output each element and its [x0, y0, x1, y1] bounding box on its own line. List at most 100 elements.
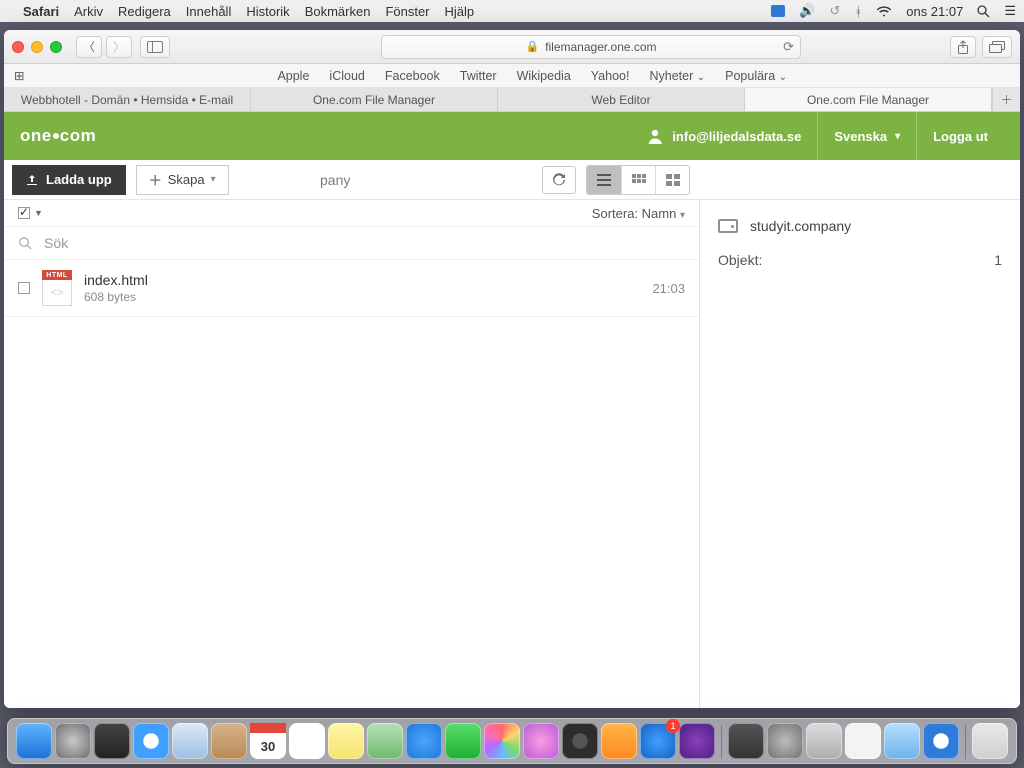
- file-row[interactable]: HTML <> index.html 608 bytes 21:03: [4, 260, 699, 317]
- file-name: index.html: [84, 272, 148, 288]
- view-large-button[interactable]: [655, 166, 689, 194]
- menu-innehall[interactable]: Innehåll: [186, 4, 232, 19]
- status-bluetooth-icon[interactable]: ᚼ: [854, 4, 862, 19]
- dock-quicktime-icon[interactable]: [562, 723, 598, 759]
- close-window-button[interactable]: [12, 41, 24, 53]
- tab-3[interactable]: One.com File Manager: [745, 88, 992, 111]
- fav-yahoo[interactable]: Yahoo!: [591, 69, 630, 83]
- dock-teamviewer-icon[interactable]: [923, 723, 959, 759]
- dock-openoffice-icon[interactable]: [806, 723, 842, 759]
- language-menu[interactable]: Svenska▾: [817, 112, 916, 160]
- sort-menu[interactable]: Sortera: Namn ▾: [592, 206, 685, 221]
- reload-button[interactable]: ⟳: [783, 39, 794, 55]
- dock-finder-icon[interactable]: [16, 723, 52, 759]
- dock-messages-icon[interactable]: [406, 723, 442, 759]
- fav-icloud[interactable]: iCloud: [329, 69, 364, 83]
- view-list-button[interactable]: [587, 166, 621, 194]
- fav-apple[interactable]: Apple: [277, 69, 309, 83]
- search-input[interactable]: [44, 235, 685, 251]
- status-spotlight-icon[interactable]: [977, 5, 990, 18]
- menu-hjalp[interactable]: Hjälp: [445, 4, 475, 19]
- tab-1[interactable]: One.com File Manager: [251, 88, 498, 111]
- dock-textedit-icon[interactable]: [845, 723, 881, 759]
- dock-calendar-icon[interactable]: 30: [250, 723, 286, 759]
- share-button[interactable]: [950, 36, 976, 58]
- upload-button[interactable]: Ladda upp: [12, 165, 126, 195]
- status-timemachine-icon[interactable]: ↺: [830, 3, 841, 19]
- tabs-overview-button[interactable]: [982, 36, 1012, 58]
- onecom-logo[interactable]: onecom: [20, 126, 96, 146]
- file-size: 608 bytes: [84, 290, 148, 304]
- drive-label: studyit.company: [750, 218, 851, 234]
- dock-preview-icon[interactable]: [367, 723, 403, 759]
- dock-separator: [721, 725, 722, 759]
- app-name[interactable]: Safari: [23, 4, 59, 19]
- tab-2[interactable]: Web Editor: [498, 88, 745, 111]
- refresh-button[interactable]: [542, 166, 576, 194]
- safari-window: 〈 〉 🔒 filemanager.one.com ⟳ ⊞ Apple iClo…: [4, 30, 1020, 708]
- logout-link[interactable]: Logga ut: [916, 112, 1004, 160]
- view-grid-button[interactable]: [621, 166, 655, 194]
- dock-appstore-icon[interactable]: 1: [640, 723, 676, 759]
- back-button[interactable]: 〈: [76, 36, 102, 58]
- search-row: [4, 226, 699, 260]
- new-tab-button[interactable]: ＋: [992, 88, 1020, 111]
- dock-photos-icon[interactable]: [484, 723, 520, 759]
- search-icon: [18, 236, 32, 250]
- dock-launchpad-icon[interactable]: [55, 723, 91, 759]
- upload-icon: [26, 174, 38, 186]
- dock-notes-icon[interactable]: [328, 723, 364, 759]
- dock-pages-icon[interactable]: [884, 723, 920, 759]
- fav-twitter[interactable]: Twitter: [460, 69, 497, 83]
- forward-button[interactable]: 〉: [106, 36, 132, 58]
- url-bar[interactable]: 🔒 filemanager.one.com ⟳: [381, 35, 801, 59]
- tab-strip: Webbhotell - Domän • Hemsida • E-mail On…: [4, 88, 1020, 112]
- safari-titlebar: 〈 〉 🔒 filemanager.one.com ⟳: [4, 30, 1020, 64]
- menu-historik[interactable]: Historik: [246, 4, 289, 19]
- dock-itunes-icon[interactable]: [523, 723, 559, 759]
- menu-bokmarken[interactable]: Bokmärken: [305, 4, 371, 19]
- dock-mail-icon[interactable]: [172, 723, 208, 759]
- dock-contacts-icon[interactable]: [211, 723, 247, 759]
- sidebar-toggle-button[interactable]: [140, 36, 170, 58]
- dock-facetime-icon[interactable]: [445, 723, 481, 759]
- dock-ibooks-icon[interactable]: [601, 723, 637, 759]
- file-checkbox[interactable]: [18, 282, 30, 294]
- object-val: 1: [994, 252, 1002, 268]
- dock-safari-icon[interactable]: [133, 723, 169, 759]
- fav-facebook[interactable]: Facebook: [385, 69, 440, 83]
- window-controls: [12, 41, 62, 53]
- dock-reminders-icon[interactable]: [289, 723, 325, 759]
- dock-systemprefs-icon[interactable]: [767, 723, 803, 759]
- create-button[interactable]: ＋ Skapa ▾: [136, 165, 229, 195]
- list-header-row: ▼ Sortera: Namn ▾: [4, 200, 699, 226]
- status-wifi-icon[interactable]: [876, 6, 892, 17]
- dock-separator-2: [965, 725, 966, 759]
- menu-redigera[interactable]: Redigera: [118, 4, 171, 19]
- fav-wikipedia[interactable]: Wikipedia: [517, 69, 571, 83]
- select-all-caret-icon[interactable]: ▼: [34, 208, 43, 218]
- dock-imovie-icon[interactable]: [679, 723, 715, 759]
- tab-0[interactable]: Webbhotell - Domän • Hemsida • E-mail: [4, 88, 251, 111]
- status-clock[interactable]: ons 21:07: [906, 4, 963, 19]
- dock-trash-icon[interactable]: [972, 723, 1008, 759]
- fav-nyheter[interactable]: Nyheter ⌄: [649, 69, 705, 83]
- fav-populara[interactable]: Populära ⌄: [725, 69, 787, 83]
- status-volume-icon[interactable]: 🔊: [799, 3, 815, 19]
- object-key: Objekt:: [718, 252, 762, 268]
- show-all-bookmarks-icon[interactable]: ⊞: [14, 68, 26, 83]
- status-notification-icon[interactable]: ☰: [1004, 3, 1016, 19]
- dock-missioncontrol-icon[interactable]: [94, 723, 130, 759]
- select-all-checkbox[interactable]: [18, 207, 30, 219]
- dock-film-icon[interactable]: [728, 723, 764, 759]
- menu-fonster[interactable]: Fönster: [385, 4, 429, 19]
- user-email: info@liljedalsdata.se: [672, 129, 801, 144]
- file-badge: HTML: [42, 270, 72, 280]
- onecom-header: onecom info@liljedalsdata.se Svenska▾ Lo…: [4, 112, 1020, 160]
- menu-arkiv[interactable]: Arkiv: [74, 4, 103, 19]
- minimize-window-button[interactable]: [31, 41, 43, 53]
- file-listing-panel: ▼ Sortera: Namn ▾ HTML <>: [4, 200, 700, 708]
- zoom-window-button[interactable]: [50, 41, 62, 53]
- account-menu[interactable]: info@liljedalsdata.se: [630, 112, 817, 160]
- status-teamviewer-icon[interactable]: [771, 5, 785, 17]
